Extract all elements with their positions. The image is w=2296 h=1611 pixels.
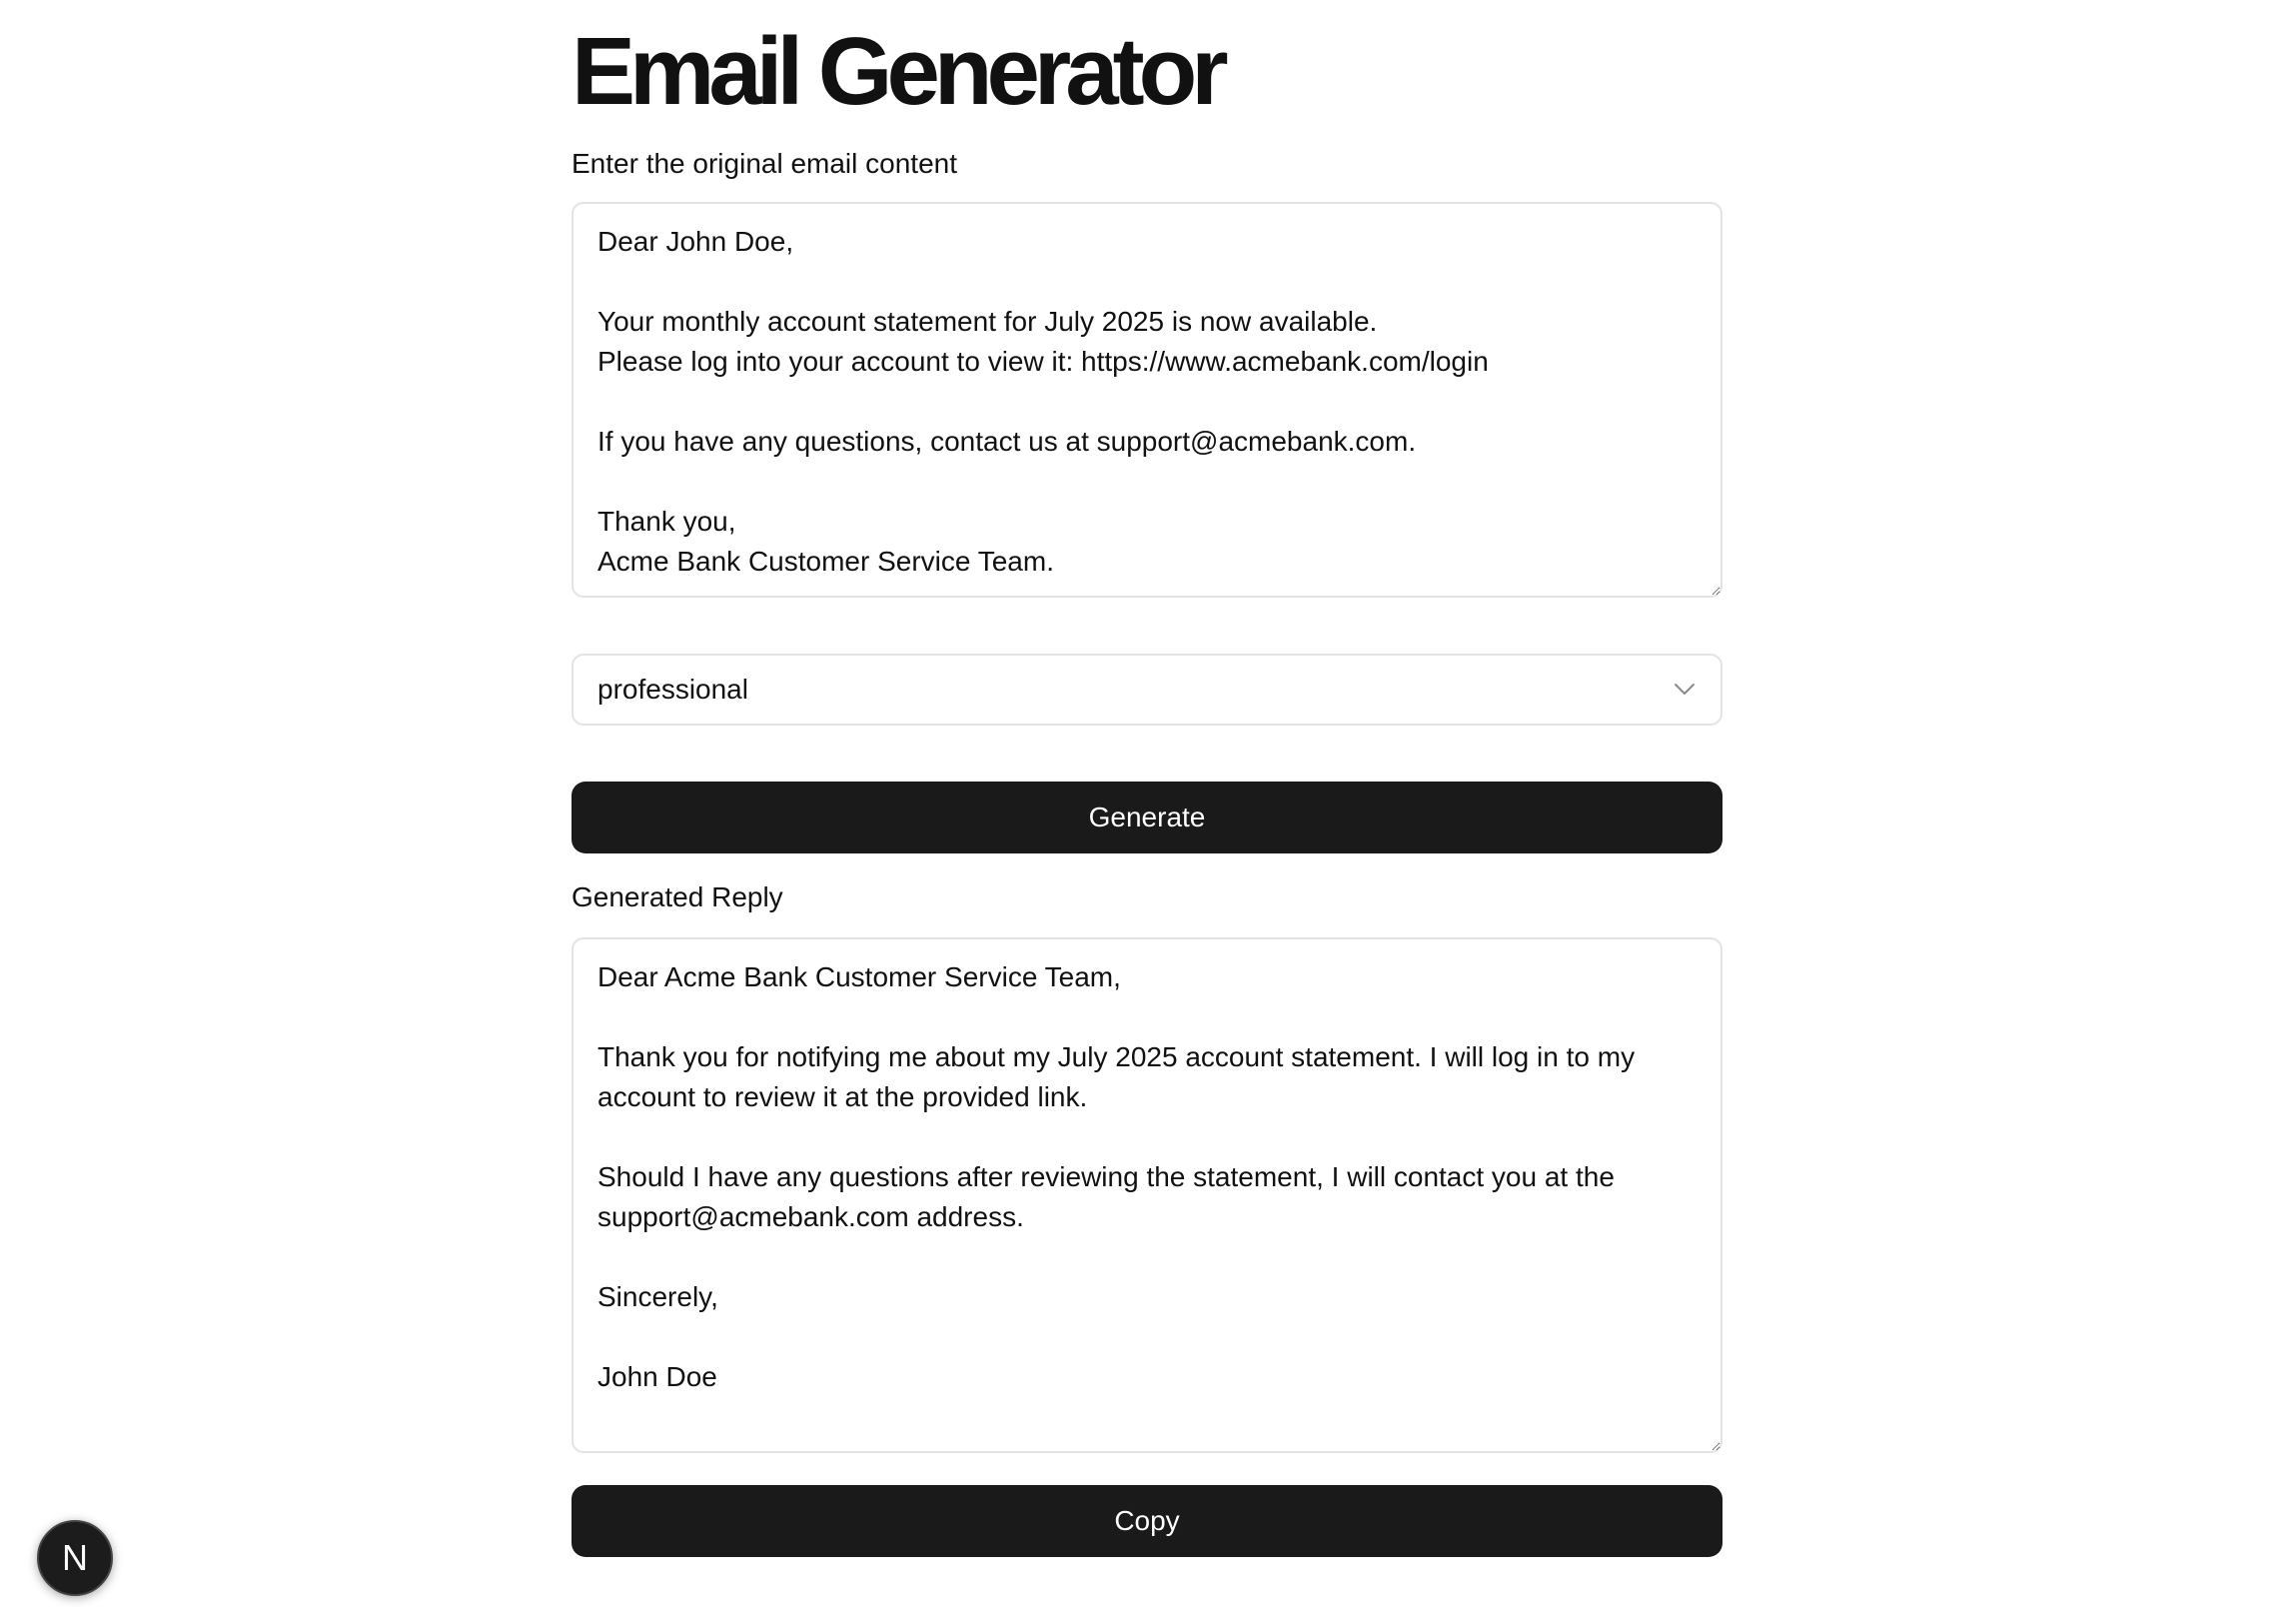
nextjs-devtools-button[interactable]: N [37,1520,113,1596]
original-email-textarea[interactable]: Dear John Doe, Your monthly account stat… [572,202,1722,598]
copy-button[interactable]: Copy [572,1485,1722,1557]
tone-select[interactable]: professional [572,654,1722,726]
generated-reply-label: Generated Reply [572,881,783,912]
original-email-label: Enter the original email content [572,148,957,179]
tone-select-value: professional [597,674,748,705]
generate-button[interactable]: Generate [572,782,1722,853]
main-container: Email Generator Enter the original email… [572,0,1722,1557]
chevron-down-icon [1673,678,1697,702]
nextjs-icon: N [62,1537,88,1578]
generated-reply-textarea[interactable]: Dear Acme Bank Customer Service Team, Th… [572,937,1722,1453]
page-title: Email Generator [572,18,1229,125]
page: Email Generator Enter the original email… [0,0,2296,1611]
